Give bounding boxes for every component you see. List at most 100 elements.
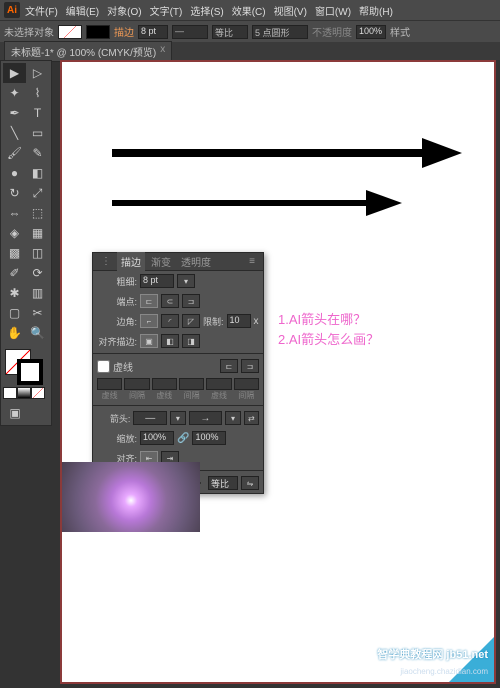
flip-profile-icon[interactable]: ⇋ — [241, 476, 259, 490]
menu-window[interactable]: 窗口(W) — [312, 3, 354, 18]
arrow-shape-2[interactable] — [112, 190, 402, 216]
weight-dropdown-icon[interactable]: ▾ — [177, 274, 195, 288]
type-tool[interactable]: T — [26, 103, 49, 123]
zoom-tool[interactable]: 🔍 — [26, 323, 49, 343]
free-transform-tool[interactable]: ⬚ — [26, 203, 49, 223]
weight-label: 粗细: — [97, 275, 137, 288]
graph-tool[interactable]: ▥ — [26, 283, 49, 303]
hand-tool[interactable]: ✋ — [3, 323, 26, 343]
profile-dropdown[interactable]: — — [172, 25, 208, 39]
document-tab[interactable]: 未标题-1* @ 100% (CMYK/预览) x — [4, 41, 172, 62]
brush-tool[interactable]: 🖌 — [3, 143, 26, 163]
brush-dropdown[interactable]: 5 点圆形 — [252, 25, 308, 39]
corner-bevel-button[interactable]: ◸ — [182, 314, 200, 328]
stroke-swatch[interactable] — [86, 25, 110, 39]
pencil-tool[interactable]: ✎ — [26, 143, 49, 163]
opacity-label: 不透明度 — [312, 24, 352, 39]
arrow-start-dropdown[interactable]: — — [133, 411, 167, 425]
perspective-tool[interactable]: ▦ — [26, 223, 49, 243]
gap-2-input[interactable] — [179, 378, 204, 390]
corner-miter-button[interactable]: ⌐ — [140, 314, 158, 328]
ratio-dropdown[interactable]: 等比 — [212, 25, 248, 39]
align-outside-button[interactable]: ◨ — [182, 334, 200, 348]
scale-start-input[interactable]: 100% — [140, 431, 174, 445]
gradient-tool[interactable]: ◫ — [26, 243, 49, 263]
link-scale-icon[interactable]: 🔗 — [177, 433, 189, 444]
panel-grip-icon[interactable]: ⋮ — [97, 254, 115, 269]
dash-3-input[interactable] — [206, 378, 231, 390]
dash-inputs: 虚线 间隔 虚线 间隔 虚线 间隔 — [93, 376, 263, 403]
symbol-sprayer-tool[interactable]: ✱ — [3, 283, 26, 303]
arrow-end-chevron-icon[interactable]: ▾ — [225, 411, 240, 425]
tab-transparency[interactable]: 透明度 — [177, 252, 215, 271]
watermark-line1: 智学典教程网 jb51.net — [377, 646, 488, 662]
menu-effect[interactable]: 效果(C) — [229, 3, 269, 18]
cap-butt-button[interactable]: ⊏ — [140, 294, 158, 308]
shape-builder-tool[interactable]: ◈ — [3, 223, 26, 243]
pen-tool[interactable]: ✒ — [3, 103, 26, 123]
arrow-start-chevron-icon[interactable]: ▾ — [170, 411, 185, 425]
rotate-tool[interactable]: ↻ — [3, 183, 26, 203]
gap-1-input[interactable] — [124, 378, 149, 390]
dash-checkbox[interactable] — [97, 360, 110, 373]
stroke-weight-input[interactable]: 8 pt — [138, 25, 168, 39]
tab-stroke[interactable]: 描边 — [117, 252, 145, 271]
cap-round-button[interactable]: ⊂ — [161, 294, 179, 308]
arrow-end-dropdown[interactable]: → — [189, 411, 223, 425]
scale-tool[interactable]: ⤢ — [26, 183, 49, 203]
corner-round-button[interactable]: ◜ — [161, 314, 179, 328]
tab-gradient[interactable]: 渐变 — [147, 252, 175, 271]
limit-input[interactable]: 10 — [227, 314, 251, 328]
stroke-panel: ⋮ 描边 渐变 透明度 ≡ 粗细: 8 pt ▾ 端点: ⊏ ⊂ ⊐ 边角: ⌐… — [92, 252, 264, 494]
direct-selection-tool[interactable]: ▷ — [26, 63, 49, 83]
panel-menu-icon[interactable]: ≡ — [245, 254, 259, 269]
width-tool[interactable]: ⇔ — [3, 203, 26, 223]
blend-tool[interactable]: ⟳ — [26, 263, 49, 283]
color-none-icon[interactable] — [31, 387, 45, 399]
dash-1-input[interactable] — [97, 378, 122, 390]
eraser-tool[interactable]: ◧ — [26, 163, 49, 183]
color-solid-icon[interactable] — [3, 387, 17, 399]
align-inside-button[interactable]: ◧ — [161, 334, 179, 348]
lasso-tool[interactable]: ⌇ — [26, 83, 49, 103]
options-bar: 未选择对象 描边 8 pt — 等比 5 点圆形 不透明度 100% 样式 — [0, 20, 500, 42]
rectangle-tool[interactable]: ▭ — [26, 123, 49, 143]
dash-preserve-button[interactable]: ⊏ — [220, 359, 238, 373]
dash-align-button[interactable]: ⊐ — [241, 359, 259, 373]
close-icon[interactable]: x — [160, 44, 165, 59]
cap-projecting-button[interactable]: ⊐ — [182, 294, 200, 308]
line-tool[interactable]: ╲ — [3, 123, 26, 143]
menu-view[interactable]: 视图(V) — [271, 3, 310, 18]
screen-mode-tool[interactable]: ▣ — [3, 403, 27, 423]
stroke-color-icon[interactable] — [17, 359, 43, 385]
color-gradient-icon[interactable] — [17, 387, 31, 399]
artboard-tool[interactable]: ▢ — [3, 303, 26, 323]
fill-stroke-control[interactable] — [3, 347, 49, 385]
slice-tool[interactable]: ✂ — [26, 303, 49, 323]
swap-arrows-icon[interactable]: ⇄ — [244, 411, 259, 425]
menu-file[interactable]: 文件(F) — [22, 3, 61, 18]
opacity-input[interactable]: 100% — [356, 25, 386, 39]
profile-ratio-dropdown[interactable]: 等比 — [208, 476, 238, 490]
canvas[interactable]: 1.AI箭头在哪？ 2.AI箭头怎么画？ ⋮ 描边 渐变 透明度 ≡ 粗细: 8… — [60, 60, 496, 684]
gap-3-input[interactable] — [234, 378, 259, 390]
arrow-shape-1[interactable] — [112, 138, 462, 168]
question-text: 1.AI箭头在哪？ 2.AI箭头怎么画？ — [278, 310, 379, 350]
dash-2-input[interactable] — [152, 378, 177, 390]
mesh-tool[interactable]: ▩ — [3, 243, 26, 263]
selection-tool[interactable]: ▶ — [3, 63, 26, 83]
magic-wand-tool[interactable]: ✦ — [3, 83, 26, 103]
menu-select[interactable]: 选择(S) — [187, 3, 226, 18]
menu-help[interactable]: 帮助(H) — [356, 3, 396, 18]
eyedropper-tool[interactable]: ✐ — [3, 263, 26, 283]
menu-edit[interactable]: 编辑(E) — [63, 3, 102, 18]
menu-type[interactable]: 文字(T) — [147, 3, 186, 18]
align-center-button[interactable]: ▣ — [140, 334, 158, 348]
blob-brush-tool[interactable]: ● — [3, 163, 26, 183]
weight-input[interactable]: 8 pt — [140, 274, 174, 288]
fill-swatch[interactable] — [58, 25, 82, 39]
scale-end-input[interactable]: 100% — [192, 431, 226, 445]
style-label[interactable]: 样式 — [390, 24, 410, 39]
menu-object[interactable]: 对象(O) — [104, 3, 144, 18]
stroke-label[interactable]: 描边 — [114, 24, 134, 39]
